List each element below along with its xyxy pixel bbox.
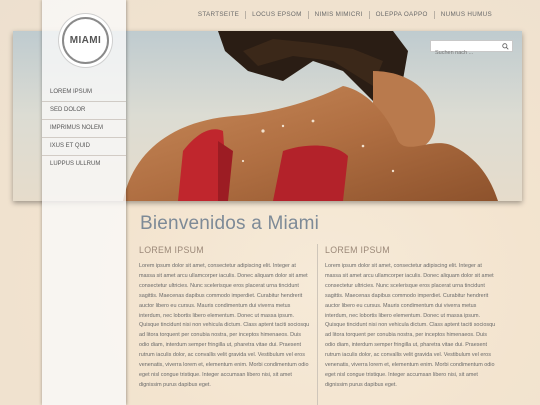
content-column-left: LOREM IPSUM Lorem ipsum dolor sit amet, … [139, 245, 311, 391]
content-column-right: LOREM IPSUM Lorem ipsum dolor sit amet, … [325, 245, 497, 391]
search-icon[interactable] [502, 43, 509, 50]
side-nav-item-luppus-ullrum[interactable]: LUPPUS ULLRUM [42, 156, 126, 173]
column-heading: LOREM IPSUM [325, 245, 390, 255]
logo[interactable]: MIAMI [62, 17, 109, 64]
top-nav-item-locus-epsom[interactable]: LOCUS EPSOM [245, 11, 308, 19]
logo-text: MIAMI [69, 35, 102, 46]
column-body: Lorem ipsum dolor sit amet, consectetur … [139, 263, 310, 388]
side-nav: LOREM IPSUM SED DOLOR IMPRIMUS NOLEM IXU… [42, 84, 126, 173]
side-nav-item-ixus-et-quid[interactable]: IXUS ET QUID [42, 138, 126, 156]
search-input[interactable] [431, 48, 505, 58]
top-nav-item-numus-humus[interactable]: NUMUS HUMUS [433, 11, 498, 19]
side-nav-item-lorem-ipsum[interactable]: LOREM IPSUM [42, 84, 126, 102]
column-body: Lorem ipsum dolor sit amet, consectetur … [325, 263, 496, 388]
column-heading: LOREM IPSUM [139, 245, 204, 255]
top-nav-item-nimis-mimicri[interactable]: NIMIS MIMICRI [307, 11, 369, 19]
page-title: Bienvenidos a Miami [140, 213, 320, 234]
top-nav-item-oleppa-oappo[interactable]: OLEPPA OAPPO [368, 11, 434, 19]
search-box[interactable] [430, 40, 513, 58]
top-nav: STARTSEITE LOCUS EPSOM NIMIS MIMICRI OLE… [192, 11, 498, 19]
side-nav-item-sed-dolor[interactable]: SED DOLOR [42, 102, 126, 120]
side-nav-item-imprimus-nolem[interactable]: IMPRIMUS NOLEM [42, 120, 126, 138]
top-nav-item-startseite[interactable]: STARTSEITE [192, 11, 245, 19]
column-divider [317, 244, 318, 405]
